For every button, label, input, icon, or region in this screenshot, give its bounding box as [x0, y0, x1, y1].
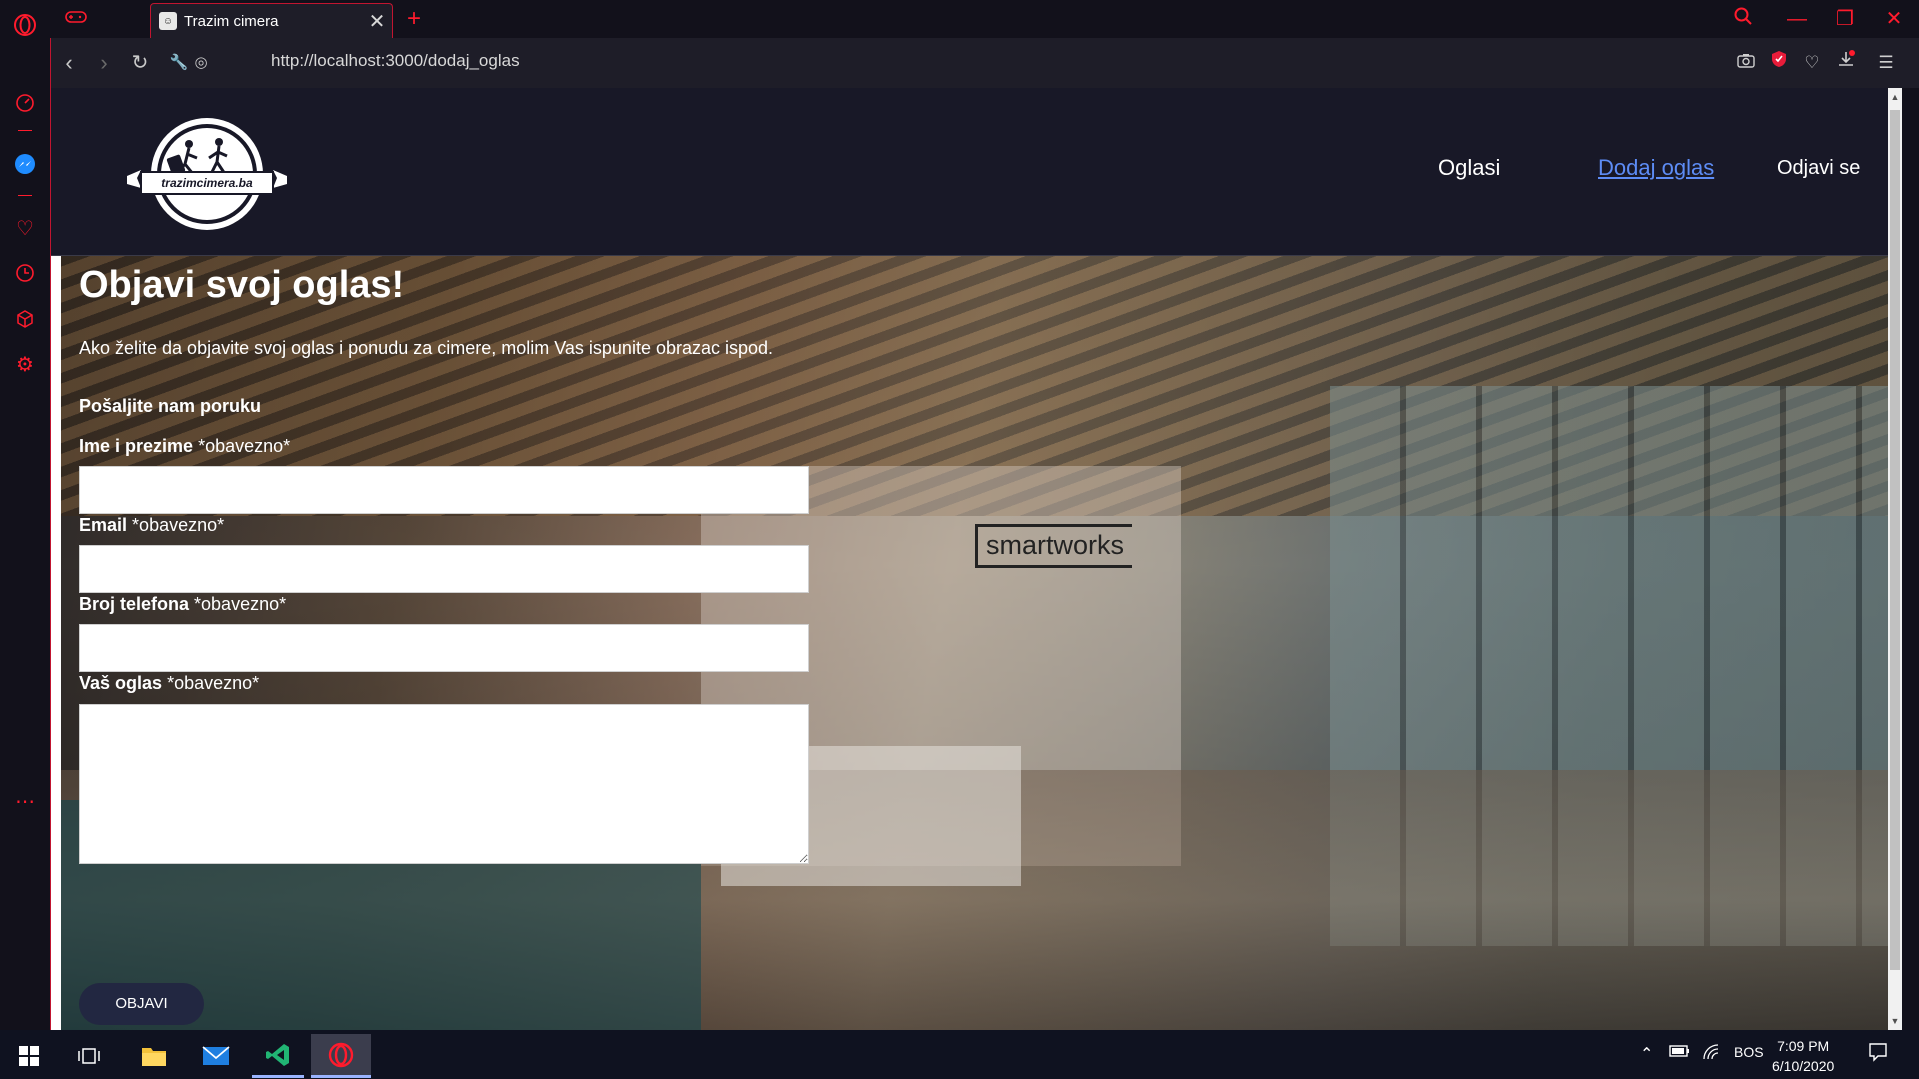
phone-label: Broj telefona *obavezno*	[79, 594, 286, 615]
tab-title: Trazim cimera	[184, 12, 279, 30]
clock-time: 7:09 PM	[1777, 1038, 1830, 1054]
taskbar: ⌃ BOS 7:09 PM 6/10/2020	[0, 1030, 1919, 1079]
site-logo[interactable]: trazimcimera.ba	[127, 116, 287, 236]
email-label: Email *obavezno*	[79, 515, 224, 536]
page-title: Objavi svoj oglas!	[79, 264, 405, 306]
close-window-button[interactable]: ✕	[1877, 4, 1911, 34]
url-field[interactable]: http://localhost:3000/dodaj_oglas	[271, 51, 520, 71]
globe-icon[interactable]: ◎	[186, 48, 216, 78]
intro-text: Ako želite da objavite svoj oglas i ponu…	[79, 338, 774, 358]
messenger-icon[interactable]	[12, 151, 38, 177]
battery-icon[interactable]	[1669, 1044, 1691, 1061]
scroll-thumb[interactable]	[1890, 110, 1900, 970]
easy-setup-menu-icon[interactable]: ☰	[1873, 50, 1899, 76]
system-clock[interactable]: 7:09 PM 6/10/2020	[1772, 1036, 1834, 1076]
sidebar-divider	[18, 130, 32, 131]
vscode-icon[interactable]	[252, 1034, 304, 1078]
restore-button[interactable]: ❐	[1828, 4, 1862, 34]
speed-dial-icon[interactable]	[12, 90, 38, 116]
gamepad-icon[interactable]	[62, 6, 90, 32]
form-heading: Pošaljite nam poruku	[79, 396, 262, 416]
extensions-cube-icon[interactable]	[12, 306, 38, 332]
adblock-shield-icon[interactable]	[1766, 50, 1792, 76]
more-dots-icon[interactable]: ⋯	[12, 788, 38, 814]
heart-icon[interactable]: ♡	[12, 215, 38, 241]
name-label: Ime i prezime *obavezno*	[79, 436, 290, 457]
nav-odjavi-se[interactable]: Odjavi se	[1777, 157, 1860, 180]
email-input[interactable]	[79, 545, 809, 593]
email-label-text: Email	[79, 515, 128, 535]
nav-dodaj-oglas[interactable]: Dodaj oglas	[1598, 155, 1714, 181]
new-tab-button[interactable]: +	[400, 5, 428, 33]
minimize-button[interactable]: —	[1780, 4, 1814, 34]
background-sign: smartworks	[975, 524, 1133, 568]
reload-button[interactable]: ↻	[125, 48, 155, 78]
tray-chevron-up-icon[interactable]: ⌃	[1640, 1044, 1653, 1064]
task-view-icon[interactable]	[63, 1034, 115, 1078]
notifications-icon[interactable]	[1868, 1042, 1888, 1065]
mail-icon[interactable]	[190, 1034, 242, 1078]
submit-button[interactable]: OBJAVI	[79, 983, 204, 1025]
downloads-icon[interactable]	[1833, 50, 1859, 76]
clock-date: 6/10/2020	[1772, 1058, 1835, 1074]
forward-button[interactable]: ›	[89, 48, 119, 78]
name-required-note: *obavezno*	[198, 436, 291, 456]
ad-text-label: Vaš oglas *obavezno*	[79, 673, 259, 694]
site-favicon-icon: ☺	[159, 12, 177, 30]
opera-taskbar-icon[interactable]	[311, 1034, 371, 1078]
search-icon[interactable]	[1726, 4, 1760, 34]
email-required-note: *obavezno*	[132, 515, 225, 535]
page-viewport: trazimcimera.ba Oglasi Dodaj oglas Odjav…	[50, 88, 1902, 1030]
ad-text-input[interactable]	[79, 704, 809, 864]
sidebar-divider	[18, 195, 32, 196]
windows-start-icon[interactable]	[3, 1034, 55, 1078]
phone-required-note: *obavezno*	[194, 594, 287, 614]
phone-input[interactable]	[79, 624, 809, 672]
nav-oglasi[interactable]: Oglasi	[1438, 155, 1500, 181]
site-header: trazimcimera.ba Oglasi Dodaj oglas Odjav…	[51, 88, 1902, 256]
tab-close-icon[interactable]: ✕	[362, 9, 392, 34]
wifi-icon[interactable]	[1702, 1044, 1720, 1063]
tab-strip: ☺ Trazim cimera ✕ + — ❐ ✕	[50, 0, 1919, 38]
scroll-down-icon[interactable]: ▼	[1888, 1014, 1902, 1028]
page-scrollbar[interactable]: ▲ ▼	[1888, 88, 1902, 1030]
ad-text-required-note: *obavezno*	[167, 673, 260, 693]
phone-label-text: Broj telefona	[79, 594, 190, 614]
hero-background: smartworks Objavi svoj oglas! Ako želite…	[61, 256, 1890, 1030]
address-bar: ‹ › ↻ 🔧 ◎ http://localhost:3000/dodaj_og…	[50, 38, 1919, 88]
language-indicator[interactable]: BOS	[1734, 1044, 1764, 1060]
bookmark-heart-icon[interactable]: ♡	[1799, 50, 1825, 76]
logo-text: trazimcimera.ba	[161, 176, 253, 190]
name-label-text: Ime i prezime	[79, 436, 194, 456]
snapshot-camera-icon[interactable]	[1733, 50, 1759, 76]
browser-sidebar: ♡ ⚙ ⋯	[0, 0, 50, 1030]
scroll-up-icon[interactable]: ▲	[1888, 90, 1902, 104]
tab-active[interactable]: ☺ Trazim cimera ✕	[150, 3, 393, 38]
settings-gear-icon[interactable]: ⚙	[12, 351, 38, 377]
file-explorer-icon[interactable]	[128, 1034, 180, 1078]
back-button[interactable]: ‹	[54, 48, 84, 78]
opera-logo-icon[interactable]	[12, 12, 38, 38]
name-input[interactable]	[79, 466, 809, 514]
history-icon[interactable]	[12, 260, 38, 286]
ad-text-label-text: Vaš oglas	[79, 673, 163, 693]
